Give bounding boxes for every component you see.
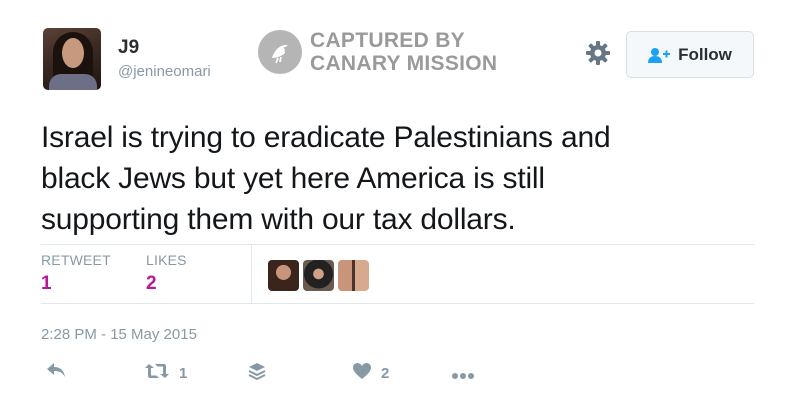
like-button[interactable]: 2 (352, 362, 389, 384)
liker-avatar[interactable] (303, 260, 334, 291)
watermark-line-2: CANARY MISSION (310, 52, 498, 75)
buffer-icon (248, 362, 266, 384)
tweet-text: Israel is trying to eradicate Palestinia… (41, 117, 761, 240)
canary-mission-watermark: CAPTURED BY CANARY MISSION (258, 29, 497, 75)
retweet-stat-value: 1 (41, 273, 52, 294)
liker-avatars (268, 260, 369, 291)
divider (41, 303, 754, 304)
more-button[interactable] (451, 367, 475, 384)
likes-stat[interactable]: LIKES 2 (146, 252, 187, 295)
tweet-text-line: Israel is trying to eradicate Palestinia… (41, 121, 611, 154)
divider (251, 245, 252, 303)
tweet-text-line: supporting them with our tax dollars. (41, 203, 516, 236)
tweet-text-line: black Jews but yet here America is still (41, 162, 545, 195)
timestamp[interactable]: 2:28 PM - 15 May 2015 (41, 326, 197, 343)
avatar[interactable] (43, 28, 101, 90)
gear-icon[interactable] (585, 40, 611, 66)
retweet-icon (144, 362, 170, 384)
likes-stat-label: LIKES (146, 252, 187, 268)
avatar-face (62, 38, 84, 68)
canary-icon (258, 30, 302, 74)
follow-person-icon (648, 47, 671, 63)
divider (41, 244, 754, 245)
retweet-count: 1 (179, 364, 188, 382)
heart-icon (352, 362, 372, 384)
liker-avatar[interactable] (268, 260, 299, 291)
reply-icon (46, 362, 66, 382)
follow-label: Follow (678, 44, 732, 64)
display-name[interactable]: J9 (118, 37, 139, 59)
reply-button[interactable] (46, 362, 66, 382)
retweet-stat[interactable]: RETWEET 1 (41, 252, 111, 295)
buffer-button[interactable] (248, 362, 266, 384)
like-count: 2 (381, 364, 390, 382)
retweet-button[interactable]: 1 (144, 362, 187, 384)
avatar-shirt (49, 74, 97, 90)
likes-stat-value: 2 (146, 273, 157, 294)
watermark-text: CAPTURED BY CANARY MISSION (310, 29, 497, 75)
watermark-line-1: CAPTURED BY (310, 29, 465, 52)
retweet-stat-label: RETWEET (41, 252, 111, 268)
screen-name[interactable]: @jenineomari (118, 63, 211, 80)
liker-avatar[interactable] (338, 260, 369, 291)
more-icon (451, 367, 475, 384)
follow-button[interactable]: Follow (626, 31, 754, 78)
